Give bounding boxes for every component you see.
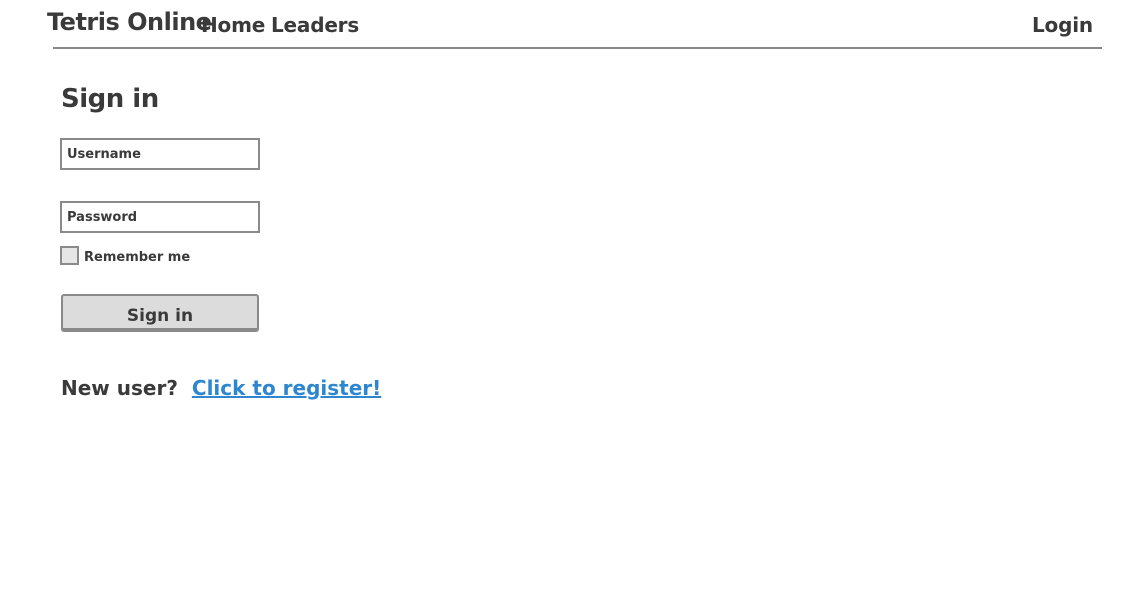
remember-me-label[interactable]: Remember me	[84, 250, 190, 265]
signin-button[interactable]: Sign in	[61, 294, 259, 332]
nav-leaders-link[interactable]: Leaders	[271, 13, 359, 37]
header-divider	[53, 47, 1102, 49]
remember-me-row: Remember me	[60, 245, 190, 265]
remember-me-checkbox[interactable]	[60, 245, 79, 265]
nav-login-link[interactable]: Login	[1032, 13, 1093, 37]
nav-home-link[interactable]: Home	[201, 13, 265, 37]
register-link[interactable]: Click to register!	[192, 376, 381, 400]
page: Tetris Online Home Leaders Login Sign in…	[0, 0, 1122, 600]
username-field[interactable]	[60, 138, 260, 170]
password-field[interactable]	[60, 201, 260, 233]
brand-logo[interactable]: Tetris Online	[47, 8, 212, 36]
register-row: New user? Click to register!	[61, 376, 381, 400]
signin-title: Sign in	[61, 84, 159, 114]
register-prompt: New user?	[61, 376, 178, 400]
